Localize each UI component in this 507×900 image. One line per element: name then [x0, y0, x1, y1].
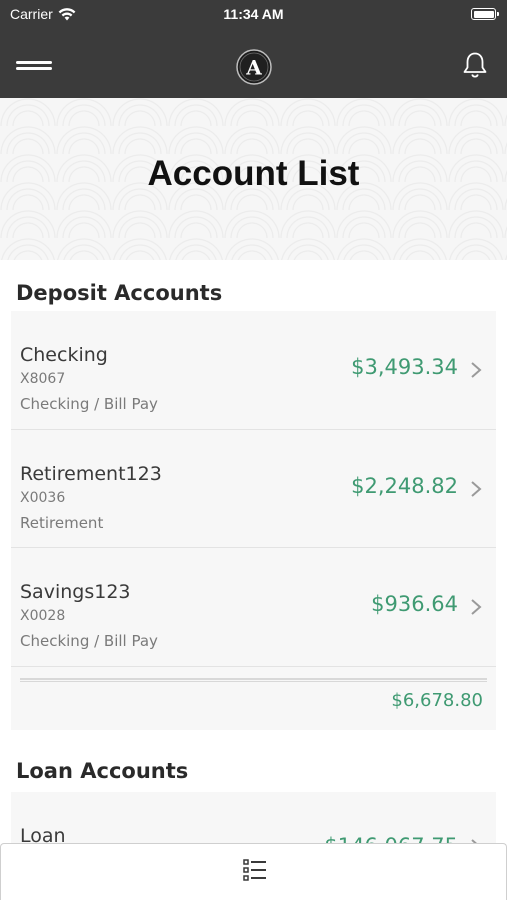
account-balance: $2,248.82 [351, 473, 458, 498]
account-number: X8067 [20, 371, 66, 387]
account-type: Retirement [20, 513, 104, 532]
account-name: Savings123 [20, 581, 131, 603]
hamburger-menu-icon [16, 61, 52, 64]
deposit-accounts-card: Checking X8067 Checking / Bill Pay $3,49… [11, 311, 496, 730]
deposit-accounts-heading: Deposit Accounts [16, 281, 223, 305]
battery-icon [471, 8, 499, 20]
hamburger-menu-button[interactable] [16, 56, 54, 72]
status-time: 11:34 AM [223, 6, 284, 22]
account-number: X0028 [20, 608, 66, 624]
account-name: Checking [20, 344, 108, 366]
deposit-total-amount: $6,678.80 [391, 689, 483, 711]
total-divider [20, 677, 487, 682]
bottom-tab-bar [0, 843, 507, 900]
account-type: Checking / Bill Pay [20, 395, 158, 413]
navigation-bar: A [0, 30, 507, 98]
account-number: X0036 [20, 489, 66, 506]
account-row-retirement[interactable]: Retirement123 X0036 Retirement $2,248.82 [11, 430, 496, 548]
chevron-right-icon [471, 362, 482, 378]
chevron-right-icon [471, 599, 482, 615]
account-row-savings[interactable]: Savings123 X0028 Checking / Bill Pay $93… [11, 548, 496, 667]
page-title: Account List [147, 154, 360, 193]
account-balance: $3,493.34 [351, 355, 458, 379]
bank-logo: A [236, 49, 272, 85]
logo-letter: A [245, 56, 262, 80]
list-icon[interactable] [241, 856, 269, 884]
chevron-right-icon [471, 480, 482, 497]
status-bar: Carrier 11:34 AM [0, 0, 507, 30]
header-banner: Account List [0, 98, 507, 260]
account-balance: $936.64 [371, 592, 458, 616]
account-type: Checking / Bill Pay [20, 632, 158, 650]
account-name: Retirement123 [20, 462, 162, 485]
deposit-total-row: $6,678.80 [11, 667, 496, 730]
loan-accounts-heading: Loan Accounts [16, 759, 189, 783]
account-row-checking[interactable]: Checking X8067 Checking / Bill Pay $3,49… [11, 311, 496, 430]
bell-icon[interactable] [460, 50, 490, 80]
